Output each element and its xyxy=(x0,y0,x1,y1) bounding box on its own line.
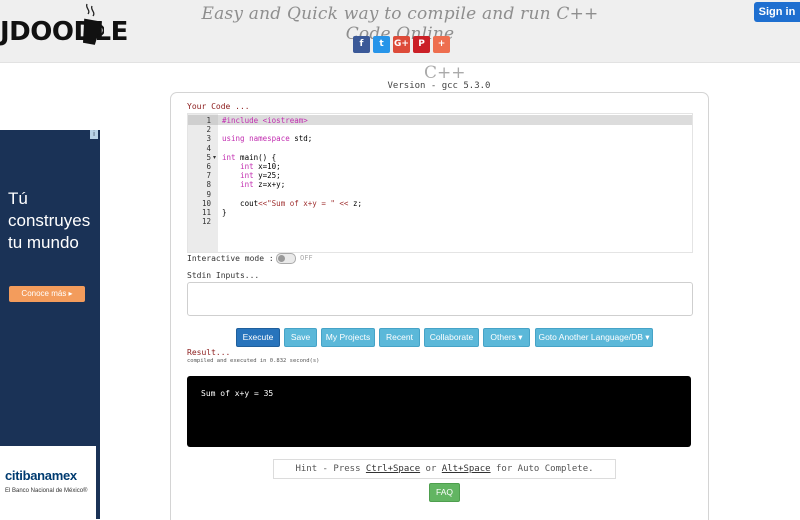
site-logo[interactable]: JDOODLE xyxy=(0,14,128,50)
save-button[interactable]: Save xyxy=(284,328,317,347)
faq-button[interactable]: FAQ xyxy=(429,483,460,502)
interactive-mode-label: Interactive mode : xyxy=(187,254,274,263)
stdin-label: Stdin Inputs... xyxy=(187,271,260,280)
stdin-input[interactable] xyxy=(187,282,693,316)
line-number: 2 xyxy=(206,125,211,135)
autocomplete-hint: Hint - Press Ctrl+Space or Alt+Space for… xyxy=(273,459,616,479)
ad-brand-subtitle: El Banco Nacional de México® xyxy=(5,488,88,494)
hint-prefix: Hint - Press xyxy=(295,464,366,474)
code-line: using namespace std; xyxy=(222,134,313,144)
code-line: int x=10; xyxy=(240,162,281,171)
line-number: 4 xyxy=(206,143,211,153)
sign-in-button[interactable]: Sign in xyxy=(754,2,800,22)
result-label: Result... xyxy=(187,348,231,357)
hint-mid: or xyxy=(420,464,442,474)
line-number: 7 xyxy=(206,171,211,181)
my-projects-button[interactable]: My Projects xyxy=(321,328,375,347)
advertisement[interactable]: i Tú construyes tu mundo Conoce más ▸ ci… xyxy=(0,130,100,519)
code-line: int y=25; xyxy=(240,171,281,181)
code-line: #include <iostream> xyxy=(222,116,308,125)
output-console[interactable]: Sum of x+y = 35 xyxy=(187,376,691,447)
hint-suffix: for Auto Complete. xyxy=(490,464,594,474)
line-number: 5 xyxy=(206,152,211,162)
execute-button[interactable]: Execute xyxy=(236,328,280,347)
interactive-mode-toggle[interactable] xyxy=(276,253,296,264)
line-number: 9 xyxy=(206,189,211,199)
line-number: 10 xyxy=(201,198,211,208)
line-number: 1 xyxy=(206,116,211,125)
ad-cta-button[interactable]: Conoce más ▸ xyxy=(9,286,85,302)
line-number: 11 xyxy=(201,208,211,217)
collaborate-button[interactable]: Collaborate xyxy=(424,328,479,347)
coffee-cup-icon xyxy=(83,3,104,45)
hint-key-alt-space: Alt+Space xyxy=(441,464,491,474)
output-text: Sum of x+y = 35 xyxy=(201,389,274,398)
ad-info-icon[interactable]: i xyxy=(90,130,98,139)
code-editor[interactable]: 1 #include <iostream> 2 3 using namespace st… xyxy=(187,113,693,253)
hint-key-ctrl-space: Ctrl+Space xyxy=(365,464,421,474)
site-header: JDOODLE Easy and Quick way to compile an… xyxy=(0,0,800,63)
social-share-bar: f t G+ P + xyxy=(353,36,450,53)
others-dropdown-button[interactable]: Others ▾ xyxy=(483,328,530,347)
goto-language-dropdown-button[interactable]: Goto Another Language/DB ▾ xyxy=(535,328,653,347)
pinterest-icon[interactable]: P xyxy=(413,36,430,53)
code-line: } xyxy=(222,208,227,217)
google-plus-icon[interactable]: G+ xyxy=(393,36,410,53)
facebook-icon[interactable]: f xyxy=(353,36,370,53)
more-share-icon[interactable]: + xyxy=(433,36,450,53)
ad-brand-logo: citibanamex xyxy=(5,468,77,483)
recent-button[interactable]: Recent xyxy=(379,328,420,347)
logo-text: JDOODLE xyxy=(0,17,128,47)
code-label: Your Code ... xyxy=(187,102,250,111)
code-line: int z=x+y; xyxy=(240,180,286,190)
line-number: 12 xyxy=(201,217,211,227)
code-line: cout<<"Sum of x+y = " << z; xyxy=(222,198,362,208)
interactive-mode-state: OFF xyxy=(300,254,313,262)
language-logo: C++ xyxy=(424,63,466,83)
twitter-icon[interactable]: t xyxy=(373,36,390,53)
fold-arrow-icon[interactable]: ▾ xyxy=(213,154,216,161)
line-number: 6 xyxy=(206,162,211,171)
ad-brand-area: citibanamex El Banco Nacional de México® xyxy=(0,446,96,519)
line-number: 3 xyxy=(206,134,211,144)
code-line: int main() { xyxy=(222,152,277,162)
execution-time-text: compiled and executed in 0.832 second(s) xyxy=(187,358,320,364)
line-number: 8 xyxy=(206,180,211,190)
ad-headline: Tú construyes tu mundo xyxy=(8,189,91,252)
compiler-version: Version - gcc 5.3.0 xyxy=(387,81,491,91)
